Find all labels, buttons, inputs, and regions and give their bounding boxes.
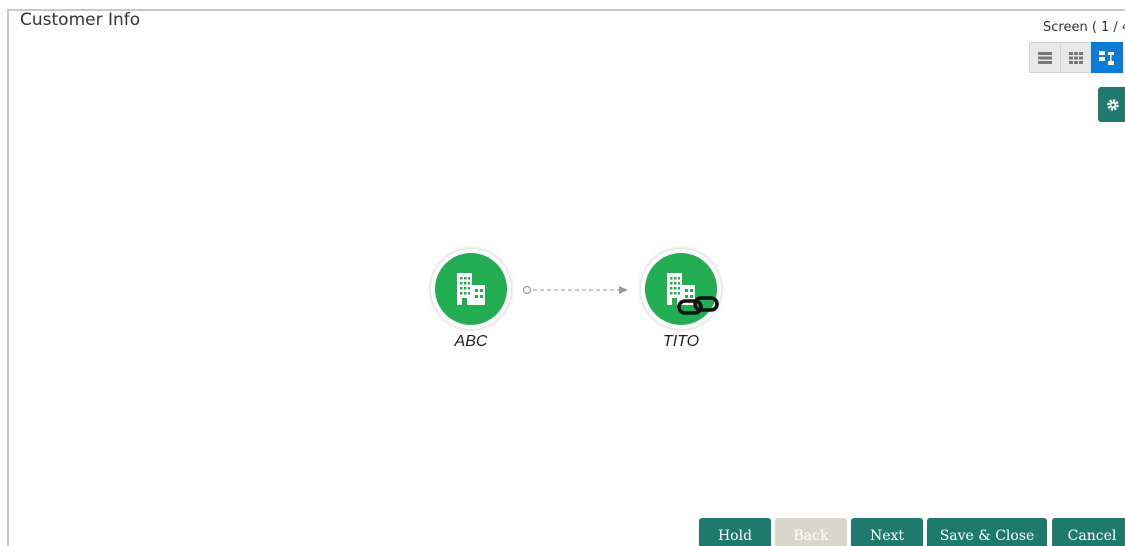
settings-button[interactable] (1098, 87, 1125, 122)
list-view-icon (1038, 51, 1052, 64)
building-icon (457, 273, 485, 305)
entity-node-abc-body (435, 253, 507, 325)
content-frame (7, 9, 1125, 546)
hold-button[interactable]: Hold (699, 518, 771, 546)
list-view-button[interactable] (1029, 42, 1061, 73)
entity-node-abc[interactable] (431, 249, 511, 329)
back-button[interactable]: Back (775, 518, 847, 546)
view-toggle (1029, 42, 1123, 73)
entity-node-tito-label: TITO (662, 333, 700, 350)
gear-icon (1107, 98, 1119, 111)
relationship-connector (522, 285, 628, 295)
cancel-button[interactable]: Cancel (1052, 518, 1125, 546)
page-title: Customer Info (20, 10, 141, 30)
entity-node-abc-label: ABC (454, 333, 488, 350)
grid-view-button[interactable] (1060, 42, 1092, 73)
hierarchy-view-button[interactable] (1091, 42, 1123, 73)
entity-node-tito-body (645, 253, 719, 325)
link-icon (677, 296, 719, 315)
save-and-close-button[interactable]: Save & Close (927, 518, 1047, 546)
grid-view-icon (1069, 51, 1083, 64)
customer-info-screen: Customer Info Screen ( 1 / 4 ABC TITO Ho… (0, 0, 1125, 546)
entity-node-tito[interactable] (641, 249, 721, 329)
hierarchy-view-icon (1099, 50, 1114, 65)
next-button[interactable]: Next (851, 518, 923, 546)
footer-actions: Hold Back Next Save & Close Cancel (0, 518, 1125, 546)
screen-indicator: Screen ( 1 / 4 (1043, 20, 1125, 35)
